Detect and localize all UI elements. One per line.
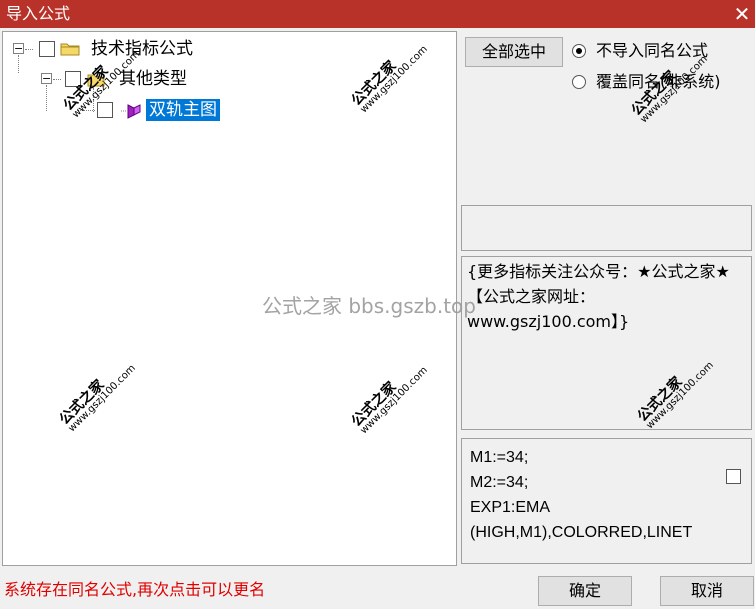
tree-connector — [53, 79, 61, 80]
tree-connector — [46, 85, 47, 111]
cancel-button[interactable]: 取消 — [660, 576, 754, 606]
skip-same-name-radio[interactable] — [572, 44, 586, 58]
tree-connector — [18, 55, 19, 73]
code-preview-panel[interactable]: M1:=34; M2:=34; EXP1:EMA (HIGH,M1),COLOR… — [461, 438, 752, 564]
ok-button[interactable]: 确定 — [538, 576, 632, 606]
overwrite-radio[interactable] — [572, 75, 586, 89]
folder-icon — [60, 43, 80, 56]
code-line: M2:=34; — [470, 474, 529, 491]
leaf-checkbox[interactable] — [97, 102, 113, 118]
close-icon[interactable]: ✕ — [731, 3, 753, 25]
tree-connector — [25, 49, 33, 50]
tree-item-child-label[interactable]: 其他类型 — [119, 68, 187, 90]
empty-info-panel — [461, 205, 752, 251]
root-collapse-icon[interactable]: − — [13, 43, 24, 54]
code-line: EXP1:EMA — [470, 499, 551, 516]
code-panel-checkbox[interactable] — [726, 469, 741, 484]
description-text: {更多指标关注公众号：★公式之家★ 【公式之家网址：www.gszj100.co… — [467, 262, 730, 331]
formula-icon — [121, 104, 141, 119]
code-line: (HIGH,M1),COLORRED,LINET — [470, 524, 693, 541]
status-message: 系统存在同名公式,再次点击可以更名 — [4, 580, 266, 599]
title-bar: 导入公式 ✕ — [0, 0, 755, 28]
watermark-text: 公式之家 bbs.gszb.top — [262, 294, 476, 318]
root-checkbox[interactable] — [39, 41, 55, 57]
tree-item-leaf-label[interactable]: 双轨主图 — [146, 99, 220, 121]
description-panel: {更多指标关注公众号：★公式之家★ 【公式之家网址：www.gszj100.co… — [461, 256, 752, 430]
child-collapse-icon[interactable]: − — [41, 73, 52, 84]
code-preview-text: M1:=34; M2:=34; EXP1:EMA (HIGH,M1),COLOR… — [462, 439, 751, 551]
select-all-button[interactable]: 全部选中 — [465, 37, 563, 67]
code-line: M1:=34; — [470, 449, 529, 466]
window-title: 导入公式 — [6, 4, 71, 23]
